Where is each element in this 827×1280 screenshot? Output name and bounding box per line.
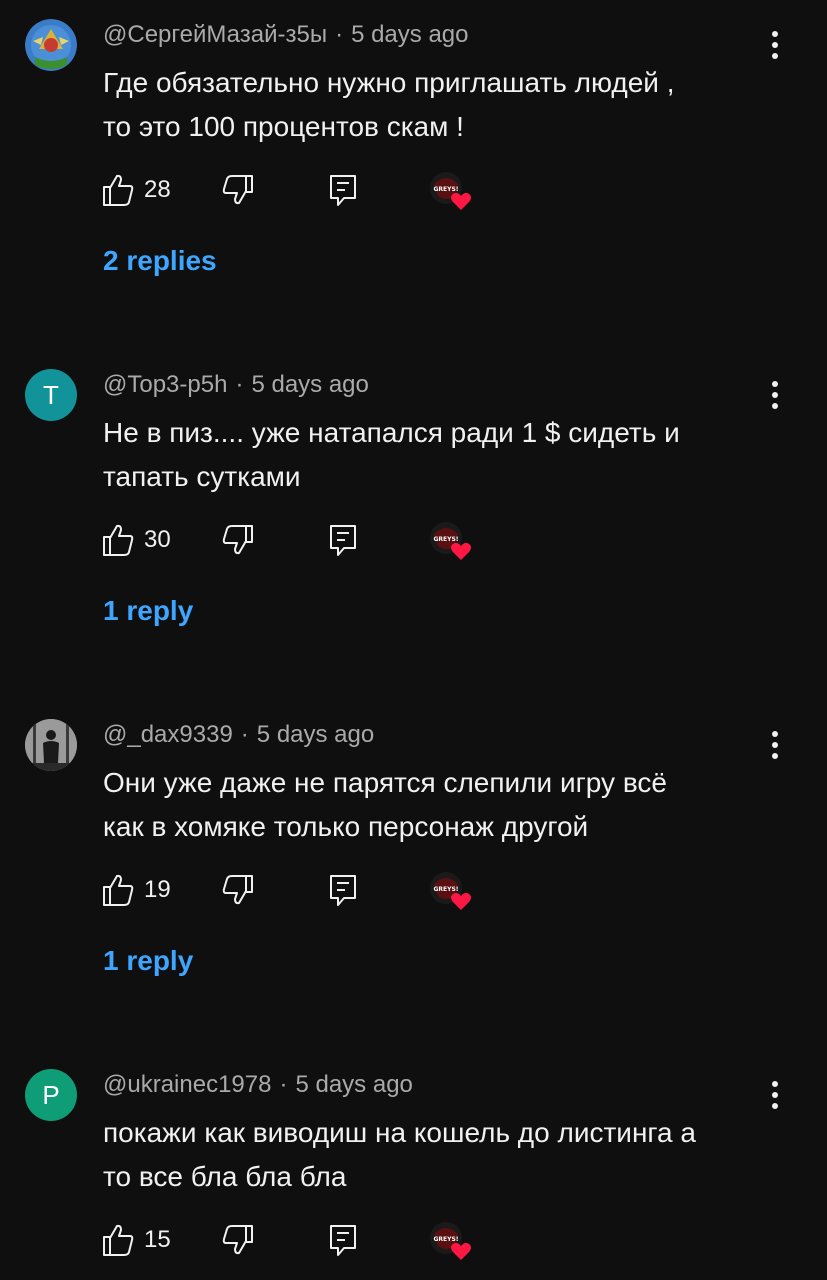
- avatar[interactable]: T: [25, 369, 77, 421]
- avatar-letter: P: [42, 1079, 60, 1110]
- more-options-button[interactable]: [763, 728, 787, 762]
- creator-badge-text: GREYS!: [433, 886, 458, 893]
- comment-text-line: тапать сутками: [103, 461, 301, 492]
- comment-time: 5 days ago: [251, 371, 369, 398]
- comment-item: @СергейМазай-з5ы · 5 days ago Где обязател…: [0, 0, 827, 350]
- avatar[interactable]: [25, 19, 77, 71]
- creator-heart: GREYS!: [428, 870, 472, 910]
- meta-separator: ·: [235, 371, 244, 398]
- like-button[interactable]: 30: [102, 520, 171, 560]
- comment-text: Где обязательно нужно приглашать людей ,…: [103, 61, 753, 149]
- creator-badge-text: GREYS!: [433, 1236, 458, 1243]
- dislike-button[interactable]: [220, 1220, 254, 1260]
- view-replies-link[interactable]: 2 replies: [103, 245, 217, 277]
- creator-heart: GREYS!: [428, 1220, 472, 1260]
- comment-text: Не в пиз.... уже натапался ради 1 $ сиде…: [103, 411, 753, 499]
- thumb-up-icon: [103, 174, 134, 206]
- like-button[interactable]: 15: [102, 1220, 171, 1260]
- more-options-button[interactable]: [763, 378, 787, 412]
- thumb-down-icon: [222, 525, 253, 555]
- reply-icon: [330, 875, 356, 906]
- thumb-up-icon: [103, 524, 134, 556]
- like-button[interactable]: 19: [102, 870, 171, 910]
- comment-text-line: Где обязательно нужно приглашать людей ,: [103, 67, 675, 98]
- comment-actions: 28 GREYS!: [102, 170, 502, 210]
- comment-author[interactable]: @_dax9339: [103, 721, 233, 748]
- like-count: 19: [144, 876, 171, 903]
- creator-heart-icon: GREYS!: [430, 1222, 471, 1260]
- creator-heart-icon: GREYS!: [430, 522, 471, 560]
- comment-text: Они уже даже не парятся слепили игру всё…: [103, 761, 753, 849]
- thumb-down-icon: [222, 1225, 253, 1255]
- reply-icon: [330, 175, 356, 206]
- comment-text-line: как в хомяке только персонаж другой: [103, 811, 589, 842]
- comment-author[interactable]: @ukrainec1978: [103, 1071, 271, 1098]
- comment-meta: @СергейМазай-з5ы · 5 days ago: [103, 21, 468, 49]
- avatar[interactable]: [25, 719, 77, 771]
- comment-meta: @_dax9339 · 5 days ago: [103, 721, 374, 749]
- avatar-emblem-icon: [25, 19, 77, 71]
- meta-separator: ·: [335, 21, 344, 48]
- like-count: 28: [144, 176, 171, 203]
- comment-text-line: то это 100 процентов скам !: [103, 111, 464, 142]
- comment-author[interactable]: @Top3-p5h: [103, 371, 227, 398]
- thumb-down-icon: [222, 175, 253, 205]
- more-vertical-icon: [772, 1081, 778, 1109]
- like-button[interactable]: 28: [102, 170, 171, 210]
- dislike-button[interactable]: [220, 520, 254, 560]
- comment-actions: 30 GREYS!: [102, 520, 502, 560]
- comment-actions: 19 GREYS!: [102, 870, 502, 910]
- more-vertical-icon: [772, 381, 778, 409]
- reply-icon: [330, 1225, 356, 1256]
- avatar-letter: T: [43, 379, 59, 410]
- more-options-button[interactable]: [763, 28, 787, 62]
- creator-heart: GREYS!: [428, 170, 472, 210]
- reply-button[interactable]: [328, 520, 358, 560]
- avatar[interactable]: P: [25, 1069, 77, 1121]
- comment-time: 5 days ago: [351, 21, 469, 48]
- creator-badge-text: GREYS!: [433, 186, 458, 193]
- comment-actions: 15 GREYS!: [102, 1220, 502, 1260]
- comment-time: 5 days ago: [256, 721, 375, 748]
- reply-button[interactable]: [328, 170, 358, 210]
- more-options-button[interactable]: [763, 1078, 787, 1112]
- comment-item: @_dax9339 · 5 days ago Они уже даже не пар…: [0, 700, 827, 1050]
- comment-author[interactable]: @СергейМазай-з5ы: [103, 21, 327, 48]
- dislike-button[interactable]: [220, 870, 254, 910]
- more-vertical-icon: [772, 31, 778, 59]
- comment-meta: @ukrainec1978 · 5 days ago: [103, 1071, 413, 1099]
- creator-heart-icon: GREYS!: [430, 872, 471, 910]
- thumb-up-icon: [103, 1224, 134, 1256]
- creator-heart-icon: GREYS!: [430, 172, 471, 210]
- reply-icon: [330, 525, 356, 556]
- creator-badge-text: GREYS!: [433, 536, 458, 543]
- comment-text-line: покажи как виводиш на кошель до листинга…: [103, 1117, 696, 1148]
- reply-button[interactable]: [328, 1220, 358, 1260]
- comment-text-line: Не в пиз.... уже натапался ради 1 $ сиде…: [103, 417, 680, 448]
- more-vertical-icon: [772, 731, 778, 759]
- comment-item: T @Top3-p5h · 5 days ago Не в пиз.... уже …: [0, 350, 827, 700]
- comment-text-line: Они уже даже не парятся слепили игру всё: [103, 767, 667, 798]
- comment-text-line: то все бла бла бла: [103, 1161, 347, 1192]
- meta-separator: ·: [279, 1071, 288, 1098]
- meta-separator: ·: [240, 721, 249, 748]
- reply-button[interactable]: [328, 870, 358, 910]
- like-count: 15: [144, 1226, 171, 1253]
- avatar-silhouette-icon: [25, 719, 77, 771]
- view-replies-link[interactable]: 1 reply: [103, 945, 193, 977]
- dislike-button[interactable]: [220, 170, 254, 210]
- thumb-down-icon: [222, 875, 253, 905]
- comment-meta: @Top3-p5h · 5 days ago: [103, 371, 369, 399]
- view-replies-link[interactable]: 1 reply: [103, 595, 193, 627]
- comment-time: 5 days ago: [295, 1071, 413, 1098]
- comment-item: P @ukrainec1978 · 5 days ago покажи как ви…: [0, 1050, 827, 1280]
- thumb-up-icon: [103, 874, 134, 906]
- like-count: 30: [144, 526, 171, 553]
- creator-heart: GREYS!: [428, 520, 472, 560]
- comment-text: покажи как виводиш на кошель до листинга…: [103, 1111, 753, 1199]
